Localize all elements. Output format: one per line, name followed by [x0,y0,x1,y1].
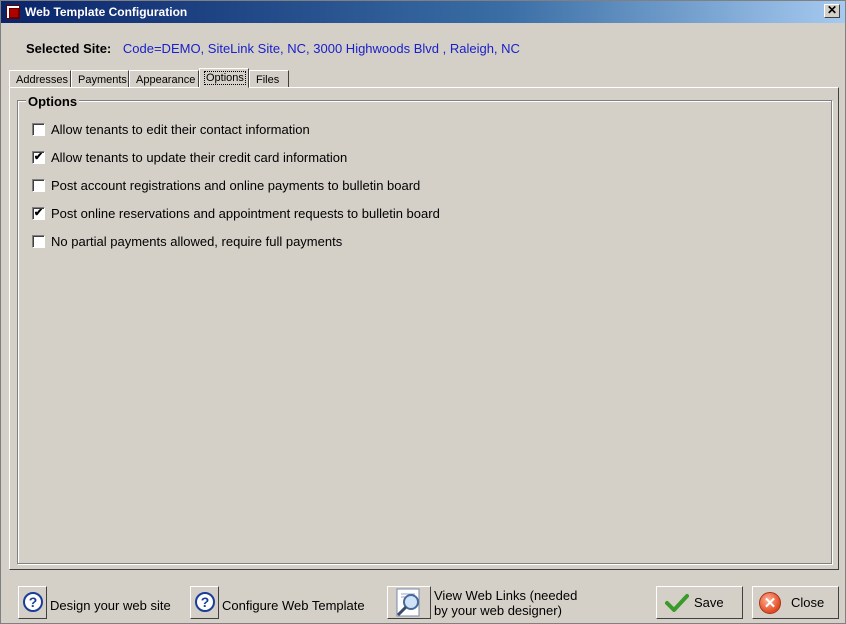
view-web-links-button[interactable] [387,586,431,619]
option-post-reservations-label: Post online reservations and appointment… [51,206,440,221]
dialog-window: Web Template Configuration ✕ Selected Si… [0,0,846,624]
design-web-site-label[interactable]: Design your web site [50,598,171,613]
options-group-title: Options [26,94,80,109]
close-label: Close [791,595,825,610]
option-no-partial-payments-checkbox[interactable] [32,235,45,248]
checkmark-icon [665,594,689,612]
tab-options-label: Options [204,71,246,85]
design-web-site-help-button[interactable]: ? [18,586,47,619]
option-no-partial-payments-label: No partial payments allowed, require ful… [51,234,343,249]
help-icon: ? [195,592,215,612]
view-web-links-label-line1[interactable]: View Web Links (needed [434,588,577,603]
tab-addresses[interactable]: Addresses [9,70,71,88]
options-tab-panel: Options Allow tenants to edit their cont… [9,87,839,570]
configure-template-label[interactable]: Configure Web Template [222,598,365,613]
selected-site-label: Selected Site: [26,41,112,56]
title-close-button[interactable]: ✕ [824,4,840,18]
option-post-reservations-checkbox[interactable]: ✔ [32,207,45,220]
option-update-credit-card-label: Allow tenants to update their credit car… [51,150,348,165]
tab-payments-label: Payments [78,74,127,86]
options-groupbox [17,100,832,564]
tab-files[interactable]: Files [249,70,289,88]
tab-options[interactable]: Options [199,68,249,88]
option-post-registrations-checkbox[interactable] [32,179,45,192]
magnifier-icon [396,588,420,617]
close-button[interactable]: ✕ Close [752,586,839,619]
tab-appearance[interactable]: Appearance [129,70,199,88]
option-edit-contact-checkbox[interactable] [32,123,45,136]
app-icon [6,5,20,19]
tab-appearance-label: Appearance [136,74,196,86]
selected-site: Selected Site: Code=DEMO, SiteLink Site,… [26,41,520,56]
tab-files-label: Files [256,74,280,86]
option-post-registrations-label: Post account registrations and online pa… [51,178,421,193]
save-button[interactable]: Save [656,586,743,619]
close-x-icon: ✕ [759,592,781,614]
save-label: Save [694,595,724,610]
option-update-credit-card-checkbox[interactable]: ✔ [32,151,45,164]
tab-payments[interactable]: Payments [71,70,129,88]
selected-site-value: Code=DEMO, SiteLink Site, NC, 3000 Highw… [122,41,520,56]
option-edit-contact-label: Allow tenants to edit their contact info… [51,122,310,137]
configure-template-help-button[interactable]: ? [190,586,219,619]
title-bar[interactable]: Web Template Configuration ✕ [1,1,845,23]
tab-addresses-label: Addresses [16,74,68,86]
view-web-links-label-line2[interactable]: by your web designer) [434,603,562,618]
window-title: Web Template Configuration [25,5,188,19]
help-icon: ? [23,592,43,612]
